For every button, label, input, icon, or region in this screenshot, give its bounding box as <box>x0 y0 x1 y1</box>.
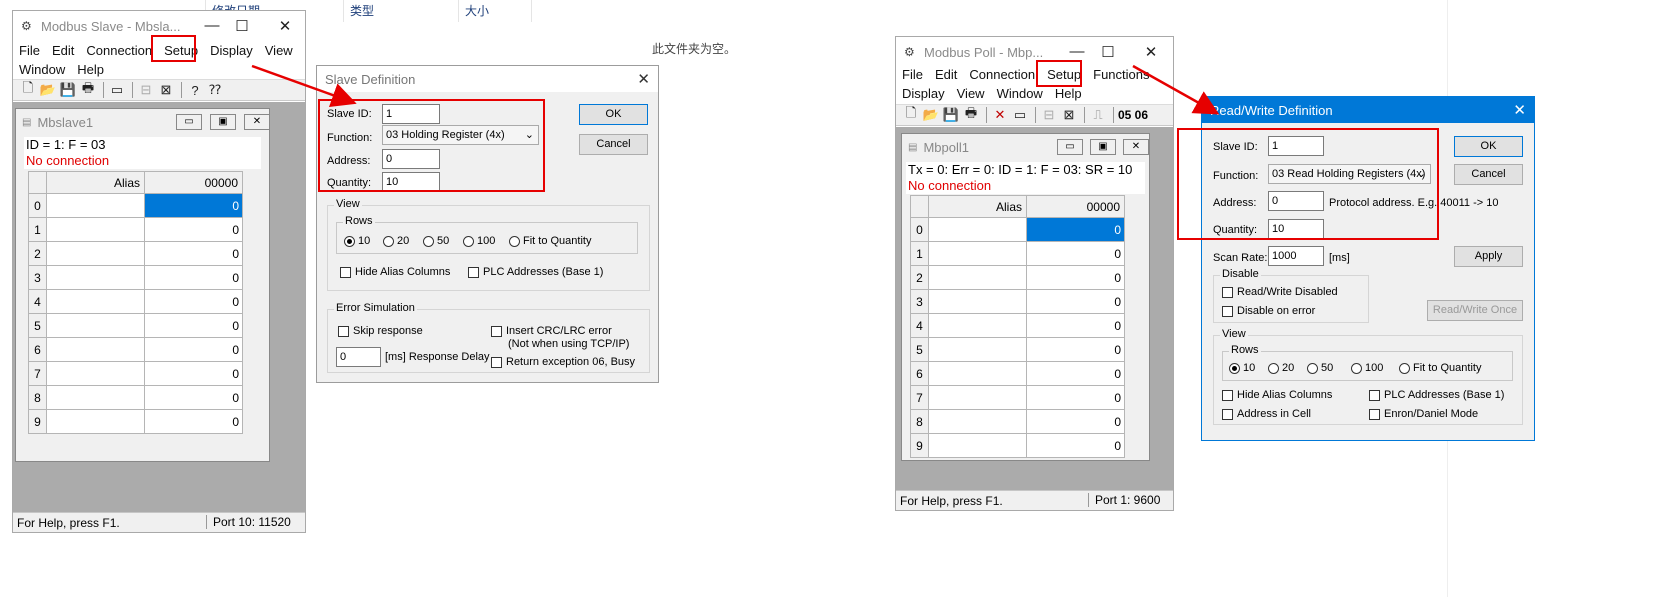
annotation-arrows <box>251 64 1220 115</box>
arrow-slave <box>251 64 357 107</box>
arrow-poll <box>1132 64 1220 115</box>
